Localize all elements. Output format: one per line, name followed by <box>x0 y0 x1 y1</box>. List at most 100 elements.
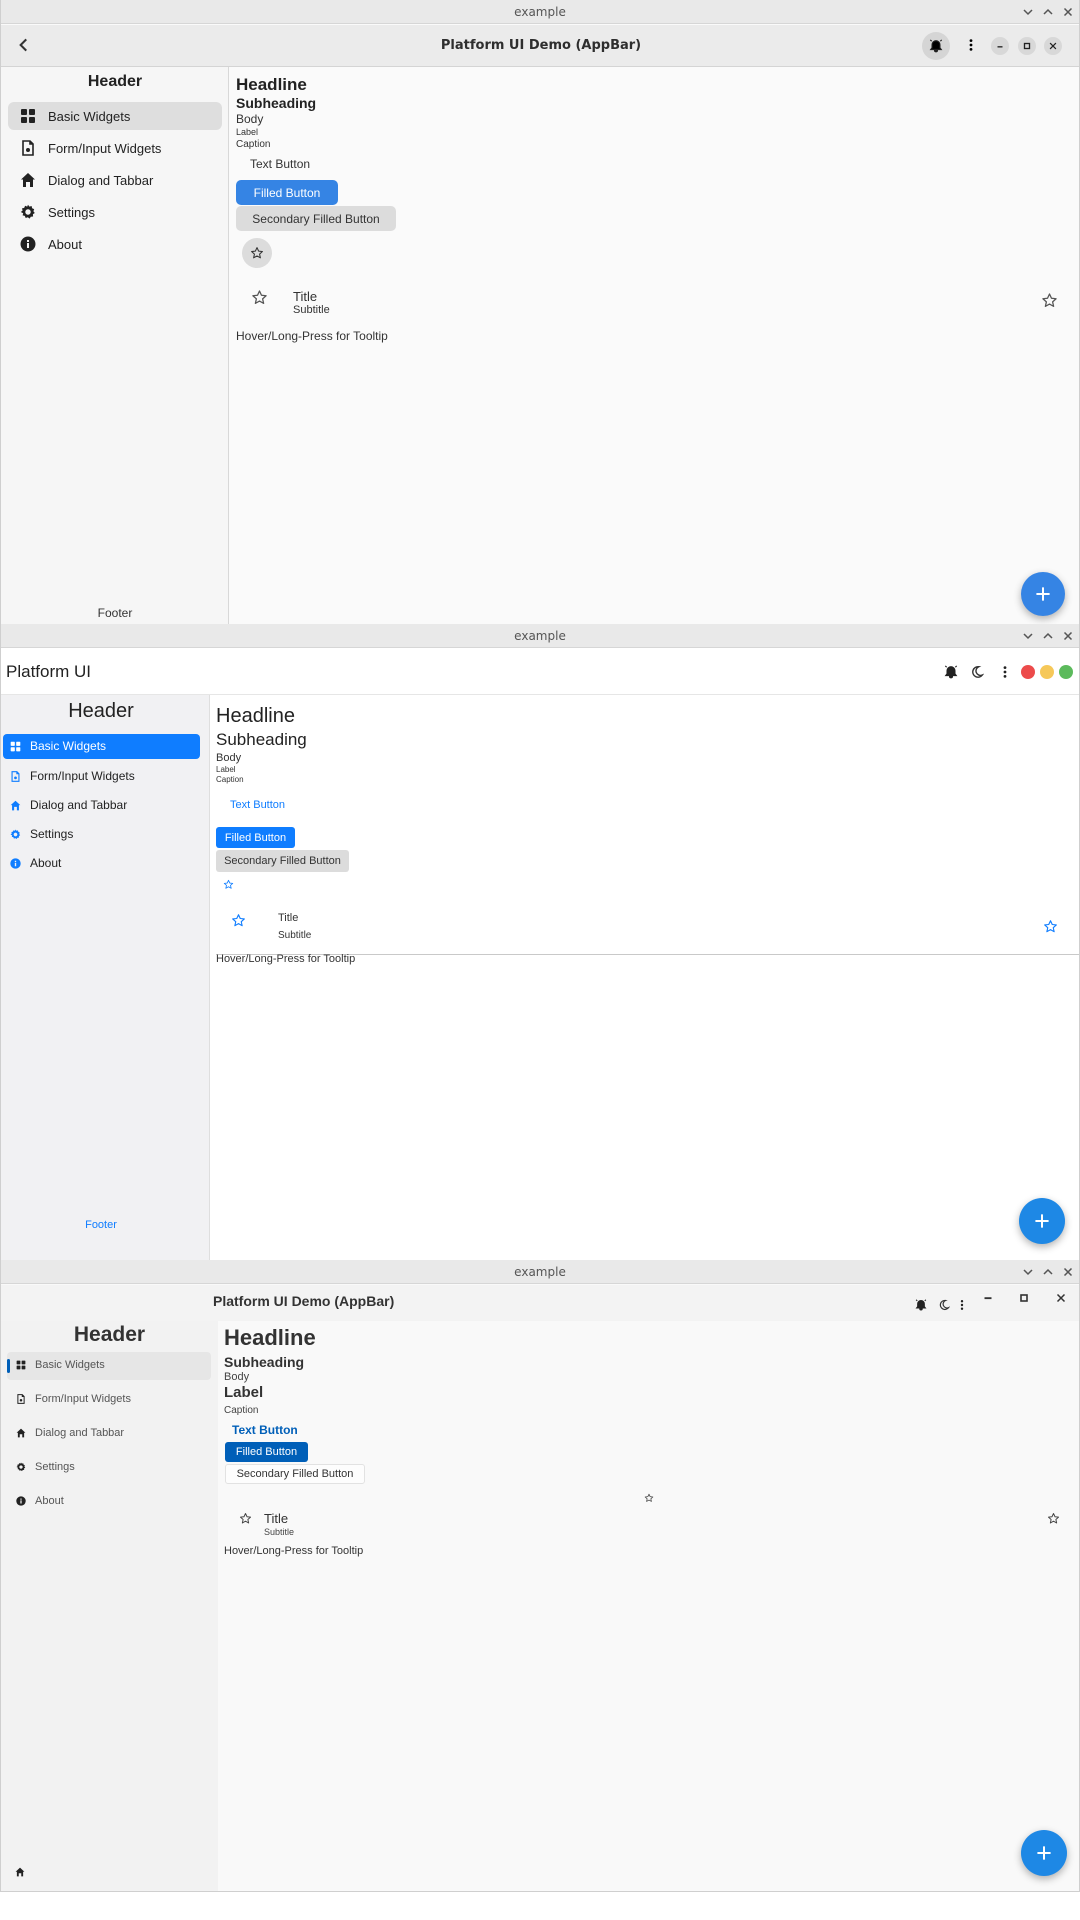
os-close-button[interactable] <box>1059 627 1077 645</box>
drawer-footer: Footer <box>97 606 133 620</box>
close-button[interactable] <box>1055 1292 1067 1304</box>
nav-item-settings[interactable]: Settings <box>10 827 73 841</box>
nav-item-about[interactable]: About <box>10 856 61 870</box>
gear-icon <box>10 829 21 840</box>
star-icon <box>1043 919 1058 934</box>
list-tile-trailing-star-icon[interactable] <box>1041 292 1058 309</box>
plus-icon <box>1034 1843 1054 1863</box>
notifications-button[interactable] <box>944 665 958 679</box>
add-fab[interactable] <box>1021 572 1065 616</box>
info-icon <box>20 236 36 252</box>
minimize-traffic-light[interactable] <box>1040 665 1054 679</box>
notifications-button[interactable] <box>915 1299 927 1311</box>
nav-item-label: Dialog and Tabbar <box>48 172 154 188</box>
drawer-header: Header <box>68 700 134 722</box>
nav-item-label: Dialog and Tabbar <box>35 1427 125 1439</box>
label-text: Label <box>224 1384 264 1401</box>
nav-item-basic-widgets[interactable]: Basic Widgets <box>16 1359 105 1371</box>
nav-item-about[interactable]: About <box>20 236 82 252</box>
window-fluent: example Platform UI Header Basic Widgets… <box>0 624 1080 1260</box>
close-icon <box>1048 41 1058 51</box>
star-icon <box>1047 1512 1060 1525</box>
filled-button-label: Filled Button <box>224 831 287 844</box>
more-menu-button[interactable] <box>998 665 1012 679</box>
more-menu-button[interactable] <box>956 1299 968 1311</box>
nav-item-basic-widgets[interactable]: Basic Widgets <box>20 108 130 124</box>
nav-item-label: Settings <box>35 1461 75 1473</box>
home-icon <box>15 1867 25 1877</box>
add-fab[interactable] <box>1019 1198 1065 1244</box>
plus-icon <box>1033 584 1053 604</box>
text-button[interactable]: Text Button <box>232 1423 298 1437</box>
os-maximize-button[interactable] <box>1039 1263 1057 1281</box>
os-titlebar[interactable]: example <box>1 0 1079 24</box>
nav-item-form-input-widgets[interactable]: Form/Input Widgets <box>10 769 135 783</box>
os-maximize-button[interactable] <box>1039 627 1057 645</box>
label-text: Label <box>216 765 236 774</box>
filled-button[interactable]: Filled Button <box>216 827 295 848</box>
secondary-filled-button[interactable]: Secondary Filled Button <box>216 850 349 872</box>
nav-item-label: About <box>35 1495 64 1507</box>
secondary-filled-button[interactable]: Secondary Filled Button <box>236 206 396 231</box>
list-tile[interactable] <box>216 905 1079 955</box>
maximize-button[interactable] <box>1018 1292 1030 1304</box>
os-close-button[interactable] <box>1059 3 1077 21</box>
list-tile-subtitle: Subtitle <box>264 1527 295 1537</box>
bell-icon <box>929 39 943 53</box>
maximize-traffic-light[interactable] <box>1059 665 1073 679</box>
secondary-filled-button-label: Secondary Filled Button <box>236 1468 354 1480</box>
filled-button[interactable]: Filled Button <box>225 1442 308 1462</box>
list-tile-trailing-star-icon[interactable] <box>1043 919 1058 934</box>
notifications-button[interactable] <box>922 32 950 60</box>
nav-item-settings[interactable]: Settings <box>20 204 95 220</box>
nav-selected-indicator <box>7 1359 10 1373</box>
close-traffic-light[interactable] <box>1021 665 1035 679</box>
icon-button-star[interactable] <box>242 238 272 268</box>
maximize-button[interactable] <box>1018 37 1036 55</box>
nav-item-dialog-and-tabbar[interactable]: Dialog and Tabbar <box>20 172 153 188</box>
secondary-filled-button[interactable]: Secondary Filled Button <box>225 1464 365 1484</box>
os-titlebar[interactable]: example <box>1 1260 1079 1284</box>
os-minimize-button[interactable] <box>1019 1263 1037 1281</box>
list-tile[interactable] <box>224 1510 1074 1544</box>
nav-item-dialog-and-tabbar[interactable]: Dialog and Tabbar <box>16 1427 124 1439</box>
tooltip-trigger-text[interactable]: Hover/Long-Press for Tooltip <box>216 953 355 965</box>
nav-item-settings[interactable]: Settings <box>16 1461 75 1473</box>
filled-button[interactable]: Filled Button <box>236 180 338 205</box>
icon-button-star[interactable] <box>223 879 234 890</box>
nav-item-form-input-widgets[interactable]: Form/Input Widgets <box>20 140 161 156</box>
os-minimize-button[interactable] <box>1019 627 1037 645</box>
os-minimize-button[interactable] <box>1019 3 1037 21</box>
more-menu-button[interactable] <box>964 38 978 52</box>
nav-item-basic-widgets[interactable]: Basic Widgets <box>10 739 106 753</box>
os-maximize-button[interactable] <box>1039 3 1057 21</box>
minimize-button[interactable] <box>991 37 1009 55</box>
minimize-button[interactable] <box>981 1290 995 1304</box>
close-button[interactable] <box>1044 37 1062 55</box>
nav-item-label: Basic Widgets <box>35 1359 105 1371</box>
add-fab[interactable] <box>1021 1830 1067 1876</box>
tooltip-trigger-text[interactable]: Hover/Long-Press for Tooltip <box>224 1545 363 1557</box>
home-icon <box>10 800 21 811</box>
star-icon <box>1041 292 1058 309</box>
nav-item-about[interactable]: About <box>16 1495 64 1507</box>
window-winui: example Platform UI Demo (AppBar) Header… <box>0 1260 1080 1892</box>
text-button[interactable]: Text Button <box>250 157 310 171</box>
text-button[interactable]: Text Button <box>230 799 285 811</box>
icon-button-star[interactable] <box>644 1493 654 1503</box>
list-tile[interactable] <box>236 284 1071 320</box>
os-titlebar[interactable]: example <box>1 624 1079 648</box>
moon-icon <box>938 1299 950 1311</box>
footer-home-icon[interactable] <box>15 1867 25 1877</box>
dark-mode-toggle[interactable] <box>970 665 984 679</box>
list-tile-title: Title <box>264 1511 289 1526</box>
dark-mode-toggle[interactable] <box>938 1299 950 1311</box>
drawer-header: Header <box>87 73 143 90</box>
os-close-button[interactable] <box>1059 1263 1077 1281</box>
app-bar <box>1 649 1079 695</box>
nav-item-form-input-widgets[interactable]: Form/Input Widgets <box>16 1393 131 1405</box>
drawer-footer[interactable]: Footer <box>1 1219 201 1231</box>
tooltip-trigger-text[interactable]: Hover/Long-Press for Tooltip <box>236 329 388 343</box>
nav-item-dialog-and-tabbar[interactable]: Dialog and Tabbar <box>10 798 127 812</box>
list-tile-trailing-star-icon[interactable] <box>1047 1512 1060 1525</box>
